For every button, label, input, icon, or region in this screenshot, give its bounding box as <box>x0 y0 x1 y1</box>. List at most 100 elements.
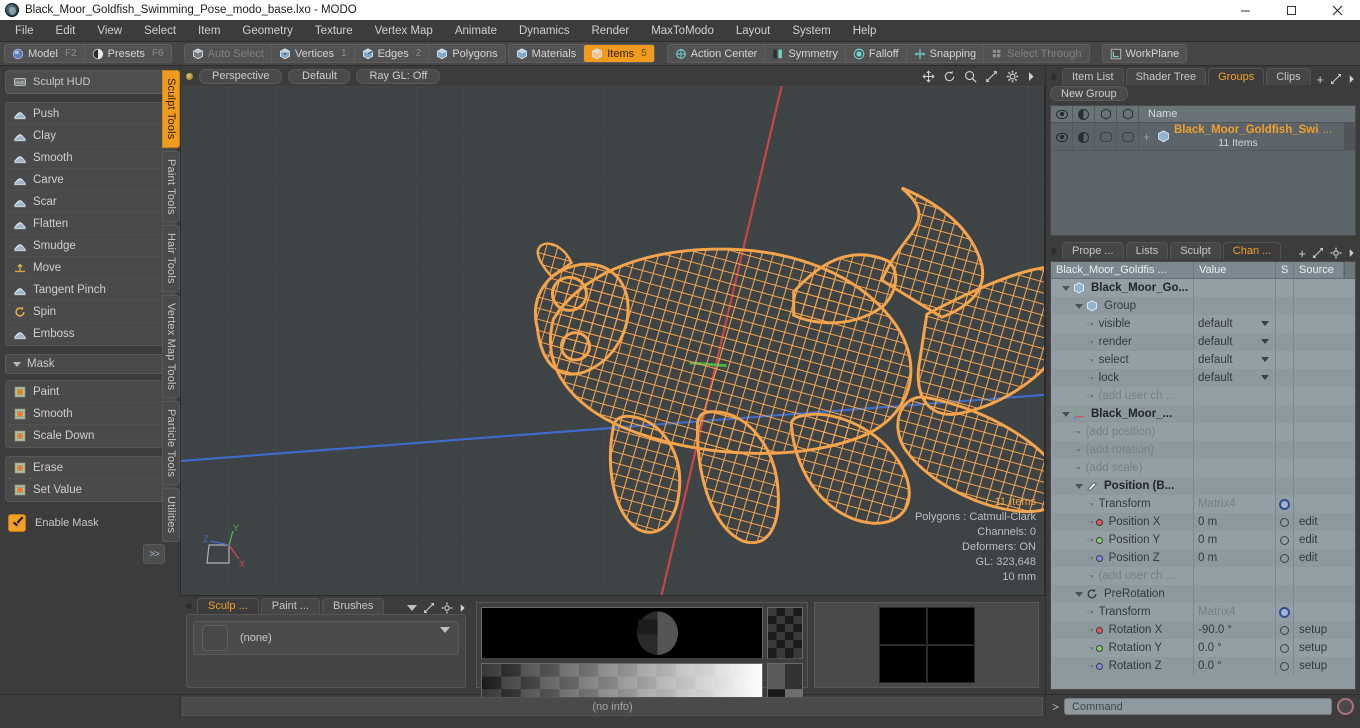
brush-selector[interactable]: (none) <box>193 621 459 655</box>
mode-button-items[interactable]: Items 5 <box>584 45 654 62</box>
chevron-down-icon[interactable] <box>1062 411 1070 417</box>
viewport-shading-button[interactable]: Default <box>288 68 351 84</box>
mode-button-polygons[interactable]: Polygons <box>429 45 504 62</box>
chevron-down-icon[interactable] <box>1261 357 1269 362</box>
channels-scrollbar[interactable] <box>1344 262 1355 278</box>
mask-tool-paint[interactable]: Paint <box>6 381 174 403</box>
minimize-button[interactable] <box>1222 0 1268 20</box>
channel-name-cell[interactable]: ┈▪ visible <box>1051 315 1194 333</box>
channel-source-cell[interactable]: edit <box>1294 549 1355 567</box>
channel-value-cell[interactable]: Matrix4 <box>1194 603 1276 621</box>
expand-icon[interactable] <box>1312 247 1324 259</box>
table-row[interactable]: Black_Moor_Go... <box>1051 279 1355 297</box>
channel-source-cell[interactable] <box>1294 405 1355 423</box>
menu-item-item[interactable]: Item <box>187 20 231 42</box>
menu-item-layout[interactable]: Layout <box>725 20 782 42</box>
panel-menu-dot-icon[interactable] <box>1051 74 1057 80</box>
sculpt-tool-tangent-pinch[interactable]: Tangent Pinch <box>6 279 174 301</box>
right-tab-0[interactable]: Prope ... <box>1062 242 1124 259</box>
menu-item-dynamics[interactable]: Dynamics <box>508 20 580 42</box>
sculpt-tool-smooth[interactable]: Smooth <box>6 147 174 169</box>
plus-icon[interactable]: + <box>1298 247 1306 260</box>
sidebar-tab-utilities[interactable]: Utilities <box>162 488 180 542</box>
channel-name-cell[interactable]: ┈▪ (add scale) <box>1051 459 1194 477</box>
menu-item-edit[interactable]: Edit <box>45 20 87 42</box>
sculpt-tool-flatten[interactable]: Flatten <box>6 213 174 235</box>
mode-button-workplane[interactable]: WorkPlane <box>1103 45 1187 62</box>
command-input[interactable]: Command <box>1064 698 1332 715</box>
right-tab-shader-tree[interactable]: Shader Tree <box>1125 68 1207 85</box>
channel-source-cell[interactable] <box>1294 333 1355 351</box>
gear-icon[interactable] <box>1330 247 1342 259</box>
channel-value-cell[interactable]: Matrix4 <box>1194 495 1276 513</box>
panel-menu-dot-icon[interactable] <box>1051 248 1057 254</box>
mode-button-materials[interactable]: Materials <box>509 45 585 62</box>
table-row[interactable]: ┈▪ (add user ch ... <box>1051 567 1355 585</box>
viewport-raygl-button[interactable]: Ray GL: Off <box>356 68 441 84</box>
viewport-view-button[interactable]: Perspective <box>199 68 283 84</box>
channel-source-cell[interactable] <box>1294 423 1355 441</box>
record-icon[interactable] <box>1337 698 1354 715</box>
channel-value-cell[interactable]: 0 m <box>1194 513 1276 531</box>
table-row[interactable]: Position (B... <box>1051 477 1355 495</box>
menu-item-maxtomodo[interactable]: MaxToModo <box>640 20 725 42</box>
sculpt-tool-emboss[interactable]: Emboss <box>6 323 174 345</box>
table-row[interactable]: ┈▪ Rotation Z 0.0 ° setup <box>1051 657 1355 675</box>
right-tab-item-list[interactable]: Item List <box>1062 68 1124 85</box>
channel-name-cell[interactable]: Position (B... <box>1051 477 1194 495</box>
channel-name-cell[interactable]: ┈▪ Transform <box>1051 603 1194 621</box>
channel-value-cell[interactable] <box>1194 423 1276 441</box>
channel-state-cell[interactable] <box>1276 585 1294 603</box>
mode-button-vertices[interactable]: Vertices 1 <box>272 45 355 62</box>
table-row[interactable]: ┈▪ Position X 0 m edit <box>1051 513 1355 531</box>
table-row[interactable]: ┈▪ Position Y 0 m edit <box>1051 531 1355 549</box>
channel-state-cell[interactable] <box>1276 315 1294 333</box>
mask-tool-scale-down[interactable]: Scale Down <box>6 425 174 447</box>
sidebar-tab-paint-tools[interactable]: Paint Tools <box>162 150 180 223</box>
table-row[interactable]: ┈▪ visible default <box>1051 315 1355 333</box>
channel-value-cell[interactable]: 0 m <box>1194 531 1276 549</box>
falloff-checker-swatch[interactable] <box>767 607 803 660</box>
enable-mask-row[interactable]: Enable Mask <box>5 510 175 532</box>
channel-state-cell[interactable] <box>1276 459 1294 477</box>
menu-item-geometry[interactable]: Geometry <box>231 20 304 42</box>
row-select-toggle[interactable] <box>1117 123 1139 151</box>
channel-name-cell[interactable]: ┈▪ (add position) <box>1051 423 1194 441</box>
sidebar-tab-sculpt-tools[interactable]: Sculpt Tools <box>162 70 180 148</box>
channel-value-cell[interactable] <box>1194 567 1276 585</box>
channel-source-cell[interactable] <box>1294 459 1355 477</box>
chevron-down-icon[interactable] <box>440 627 450 633</box>
channel-source-cell[interactable]: setup <box>1294 657 1355 675</box>
menu-item-vertex-map[interactable]: Vertex Map <box>364 20 444 42</box>
row-render-toggle[interactable] <box>1073 123 1095 151</box>
channel-name-cell[interactable]: ┈▪ select <box>1051 351 1194 369</box>
channel-state-cell[interactable] <box>1276 423 1294 441</box>
channel-value-cell[interactable] <box>1194 585 1276 603</box>
table-row[interactable]: ┈▪ (add position) <box>1051 423 1355 441</box>
channel-name-cell[interactable]: ┈▪ Transform <box>1051 495 1194 513</box>
row-name-cell[interactable]: + Black_Moor_Goldfish_Swi... 11 Items <box>1139 123 1344 150</box>
channel-name-cell[interactable]: ┈▪ (add user ch ... <box>1051 567 1194 585</box>
channel-state-cell[interactable] <box>1276 567 1294 585</box>
right-tab-clips[interactable]: Clips <box>1266 68 1311 85</box>
table-row[interactable]: PreRotation <box>1051 585 1355 603</box>
channel-state-cell[interactable] <box>1276 297 1294 315</box>
channel-name-cell[interactable]: ┈▪ Position X <box>1051 513 1194 531</box>
preview-black-frame[interactable] <box>814 602 1039 688</box>
mode-button-auto-select[interactable]: Auto Select <box>185 45 272 62</box>
channel-value-cell[interactable]: default <box>1194 315 1276 333</box>
channel-name-cell[interactable]: ┈▪ (add rotation) <box>1051 441 1194 459</box>
channel-state-cell[interactable] <box>1276 549 1294 567</box>
menu-item-render[interactable]: Render <box>580 20 640 42</box>
chevron-down-icon[interactable] <box>1075 483 1083 489</box>
sculpt-tool-move[interactable]: Move <box>6 257 174 279</box>
channel-value-cell[interactable] <box>1194 441 1276 459</box>
gear-icon[interactable] <box>1279 606 1290 618</box>
channel-state-cell[interactable] <box>1276 531 1294 549</box>
expand-view-icon[interactable] <box>985 70 998 83</box>
chevron-right-icon[interactable] <box>1348 74 1355 84</box>
table-row[interactable]: ┈▪ (add scale) <box>1051 459 1355 477</box>
more-options-button[interactable]: >> <box>143 544 165 564</box>
sculpt-tool-smudge[interactable]: Smudge <box>6 235 174 257</box>
mode-button-symmetry[interactable]: Symmetry <box>765 45 846 62</box>
